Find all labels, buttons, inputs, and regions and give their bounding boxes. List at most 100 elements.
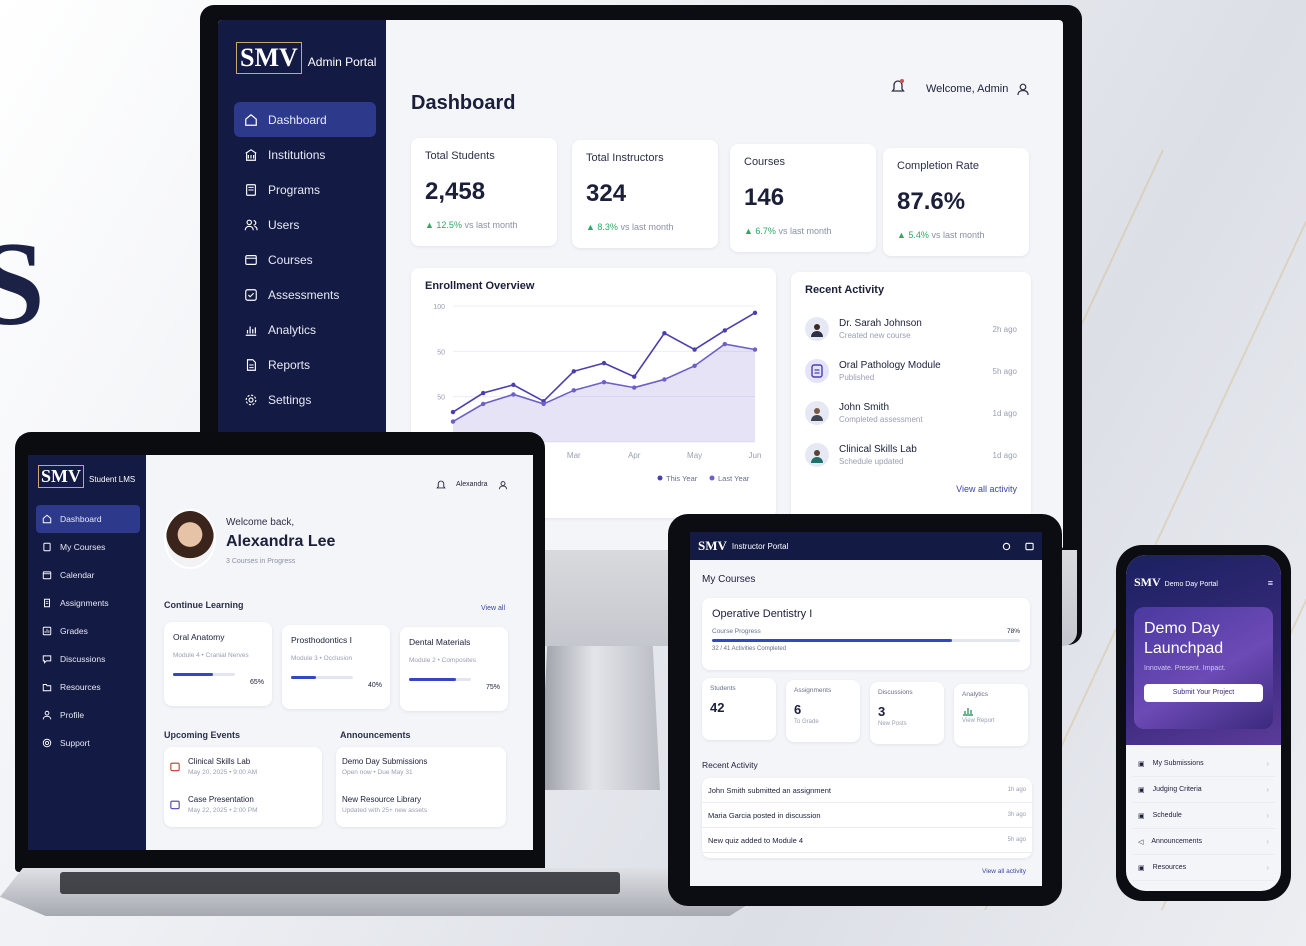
assignment-icon <box>42 598 52 608</box>
hero-card: Demo Day Launchpad Innovate. Present. Im… <box>1134 607 1273 729</box>
sidebar-item-dashboard[interactable]: Dashboard <box>234 102 376 137</box>
student-main: Alexandra Welcome back, Alexandra Lee 3 … <box>146 455 533 850</box>
stat-sub: To Grade <box>794 719 819 725</box>
stat-card-assignments[interactable]: Assignments 6 To Grade <box>786 680 860 742</box>
stat-card-instructors: Total Instructors 324 ▲ 8.3% vs last mon… <box>572 140 718 248</box>
event-item[interactable]: Clinical Skills Lab May 20, 2025 • 9:00 A… <box>164 747 322 785</box>
stat-sub: View Report <box>962 718 995 724</box>
course-card[interactable]: Dental Materials Module 2 • Composites 7… <box>400 627 508 711</box>
menu-item-submissions[interactable]: ▣ My Submissions › <box>1132 751 1275 777</box>
sidebar-item-label: Resources <box>60 682 101 692</box>
sidebar-item-my-courses[interactable]: My Courses <box>36 533 140 561</box>
view-all-activity-link[interactable]: View all activity <box>805 484 1017 494</box>
sidebar-item-courses[interactable]: Courses <box>234 242 376 277</box>
data-point <box>692 363 697 369</box>
stat-card-students[interactable]: Students 42 <box>702 678 776 740</box>
view-all-activity-link[interactable]: View all activity <box>982 868 1026 875</box>
course-title: Operative Dentistry I <box>712 608 813 620</box>
menu-item-announcements[interactable]: ◁ Announcements › <box>1132 829 1275 855</box>
submit-project-button[interactable]: Submit Your Project <box>1144 684 1263 702</box>
courses-in-progress: 3 Courses in Progress <box>226 558 296 565</box>
activity-item[interactable]: Dr. Sarah Johnson Created new course 2h a… <box>805 308 1017 350</box>
sidebar-item-discussions[interactable]: Discussions <box>36 645 140 673</box>
activity-item[interactable]: Oral Pathology Module Published 5h ago <box>805 350 1017 392</box>
data-point <box>662 331 667 336</box>
course-progress-bar <box>409 678 471 681</box>
sidebar-item-support[interactable]: Support <box>36 729 140 757</box>
stat-delta-arrow: ▲ <box>897 230 909 240</box>
announcement-item[interactable]: Demo Day Submissions Open now • Due May 3… <box>336 747 506 785</box>
sidebar-item-reports[interactable]: Reports <box>234 347 376 382</box>
menu-item-judging[interactable]: ▣ Judging Criteria › <box>1132 777 1275 803</box>
data-point <box>571 388 576 393</box>
sidebar-item-institutions[interactable]: Institutions <box>234 137 376 172</box>
activity-sub: Published <box>839 373 875 382</box>
event-name: Clinical Skills Lab <box>188 756 251 766</box>
data-point <box>632 374 637 379</box>
data-point <box>541 401 546 407</box>
activity-name: Oral Pathology Module <box>839 360 941 371</box>
student-lms-screen: SMV Student LMS Dashboard My Courses Cal… <box>28 455 533 850</box>
activity-row[interactable]: Maria Garcia posted in discussion 3h ago <box>702 803 1032 828</box>
activity-time: 5h ago <box>992 366 1017 376</box>
stat-delta-row: ▲ 6.7% vs last month <box>744 226 862 236</box>
bell-icon[interactable] <box>436 479 446 490</box>
sidebar-item-label: Courses <box>268 252 313 267</box>
sidebar-item-analytics[interactable]: Analytics <box>234 312 376 347</box>
course-card[interactable]: Oral Anatomy Module 4 • Cranial Nerves 6… <box>164 622 272 706</box>
phone-header: SMV Demo Day Portal ≡ <box>1134 575 1273 590</box>
sidebar-item-resources[interactable]: Resources <box>36 673 140 701</box>
data-point <box>511 392 516 397</box>
data-point <box>752 310 758 315</box>
chevron-right-icon: › <box>1266 863 1269 872</box>
sidebar-item-assignments[interactable]: Assignments <box>36 589 140 617</box>
sidebar-item-dashboard[interactable]: Dashboard <box>36 505 140 533</box>
data-point <box>481 390 486 396</box>
support-icon <box>42 738 52 748</box>
view-all-courses-link[interactable]: View all <box>481 605 505 612</box>
stat-delta: 12.5% <box>436 220 462 230</box>
course-progress-pct: 65% <box>249 679 264 686</box>
activity-row[interactable]: New quiz added to Module 4 5h ago <box>702 828 1032 853</box>
chart-title: Enrollment Overview <box>425 280 535 292</box>
welcome-text: Welcome, Admin <box>926 83 1009 95</box>
menu-item-resources[interactable]: ▣ Resources › <box>1132 855 1275 881</box>
activity-row[interactable]: John Smith submitted an assignment 1h ago <box>702 778 1032 803</box>
stat-label: Completion Rate <box>897 160 979 172</box>
sidebar-item-calendar[interactable]: Calendar <box>36 561 140 589</box>
folder-icon: ▣ <box>1138 864 1145 872</box>
course-progress-bar <box>712 639 1020 642</box>
activity-item[interactable]: John Smith Completed assessment 1d ago <box>805 392 1017 434</box>
grades-icon <box>42 626 52 636</box>
bell-icon[interactable] <box>891 78 905 94</box>
sidebar-item-assessments[interactable]: Assessments <box>234 277 376 312</box>
recent-activity-card: Recent Activity Dr. Sarah Johnson Created… <box>791 272 1031 534</box>
inbox-icon[interactable] <box>1025 542 1034 551</box>
course-progress-card[interactable]: Operative Dentistry I Course Progress 78… <box>702 598 1030 670</box>
sidebar-item-settings[interactable]: Settings <box>234 382 376 417</box>
menu-item-schedule[interactable]: ▣ Schedule › <box>1132 803 1275 829</box>
user-menu[interactable]: Welcome, Admin <box>926 82 1030 96</box>
sidebar-item-profile[interactable]: Profile <box>36 701 140 729</box>
sidebar-item-label: Reports <box>268 357 311 372</box>
refresh-icon[interactable] <box>1002 542 1011 551</box>
menu-icon[interactable]: ≡ <box>1268 578 1273 588</box>
course-card[interactable]: Prosthodontics I Module 3 • Occlusion 40… <box>282 625 390 709</box>
user-icon[interactable] <box>498 480 508 490</box>
student-logo: SMV Student LMS <box>38 465 135 488</box>
stat-value: 42 <box>710 700 725 715</box>
event-item[interactable]: Case Presentation May 22, 2025 • 2:00 PM <box>164 785 322 823</box>
courses-icon <box>244 253 258 267</box>
course-name: Dental Materials <box>409 637 471 647</box>
data-point <box>662 377 667 382</box>
stat-card-discussions[interactable]: Discussions 3 New Posts <box>870 682 944 744</box>
student-sidebar: SMV Student LMS Dashboard My Courses Cal… <box>28 455 146 850</box>
announcement-item[interactable]: New Resource Library Updated with 25+ new… <box>336 785 506 823</box>
activity-time: 2h ago <box>992 324 1017 334</box>
stat-card-analytics[interactable]: Analytics View Report <box>954 684 1028 746</box>
activity-item[interactable]: Clinical Skills Lab Schedule updated 1d a… <box>805 434 1017 476</box>
sidebar-item-users[interactable]: Users <box>234 207 376 242</box>
sidebar-item-grades[interactable]: Grades <box>36 617 140 645</box>
sidebar-item-programs[interactable]: Programs <box>234 172 376 207</box>
user-name[interactable]: Alexandra <box>456 481 488 488</box>
